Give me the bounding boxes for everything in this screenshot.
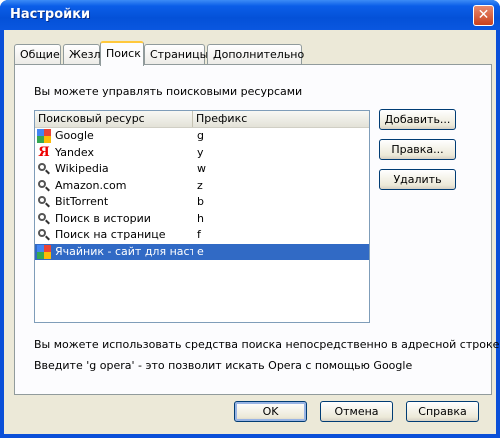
resource-cell: Ячайник - сайт для насто... [35,244,193,261]
prefix-cell: h [197,211,204,225]
address-bar-hint: Вы можете использовать средства поиска н… [34,338,500,351]
resource-name: BitTorrent [55,195,109,209]
list-item[interactable]: Поиск в истории h [35,211,369,228]
prefix-cell: g [197,129,204,142]
resource-cell: Поиск в истории [35,211,193,228]
prefix-cell: e [197,244,204,258]
tab-label: Страницы [150,48,209,61]
prefix-cell: w [197,162,206,175]
usage-example: Введите 'g opera' - это позволит искать … [34,359,413,372]
edit-button[interactable]: Правка... [379,139,456,160]
resource-cell: Поиск на странице [35,227,193,244]
list-item[interactable]: Я Yandex y [35,145,369,162]
prefix-cell: f [197,228,201,241]
tab-label: Общие [20,48,60,61]
column-header-resource[interactable]: Поисковый ресурс [35,111,193,127]
tab-label: Поиск [106,47,141,60]
list-item[interactable]: BitTorrent b [35,194,369,211]
prefix-cell: z [197,178,203,192]
resource-name: Google [55,129,94,143]
add-button[interactable]: Добавить... [379,109,456,130]
delete-button[interactable]: Удалить [379,169,456,190]
magnifier-icon [37,228,51,242]
resource-cell: Amazon.com [35,178,193,195]
tab-general[interactable]: Общие [14,44,61,65]
resource-cell: Wikipedia [35,161,193,178]
magnifier-icon [37,195,51,209]
tab-label: Дополнительно [213,48,305,61]
list-item[interactable]: Google g [35,128,369,145]
google-icon [37,129,51,144]
list-item[interactable]: Amazon.com z [35,178,369,195]
tab-search[interactable]: Поиск [100,41,144,66]
tab-label: Жезл [69,48,101,61]
resource-cell: Я Yandex [35,145,193,162]
resource-name: Поиск на странице [55,228,166,242]
title-bar[interactable]: Настройки ✕ [0,0,500,30]
google-icon [37,244,51,259]
resource-cell: Google [35,128,193,145]
magnifier-icon [37,212,51,226]
tab-advanced[interactable]: Дополнительно [207,44,305,65]
magnifier-icon [37,162,51,176]
close-button[interactable]: ✕ [473,5,494,26]
resource-name: Ячайник - сайт для насто... [55,244,193,258]
prefix-cell: y [197,145,204,159]
yandex-icon: Я [38,144,50,160]
list-item[interactable]: Wikipedia w [35,161,369,178]
tab-pages[interactable]: Страницы [144,44,209,65]
search-intro-text: Вы можете управлять поисковыми ресурсами [34,85,303,98]
help-button[interactable]: Справка [406,401,479,422]
list-item-selected[interactable]: Ячайник - сайт для насто... e [35,243,369,261]
list-item[interactable]: Поиск на странице f [35,227,369,244]
search-engines-list[interactable]: Поисковый ресурс Префикс Google g Я Yandex y… [34,110,370,323]
tab-wand[interactable]: Жезл [63,44,101,65]
resource-name: Wikipedia [55,162,109,176]
settings-window: Настройки ✕ Общие Жезл Поиск Страницы До… [0,0,500,438]
cancel-button[interactable]: Отмена [320,401,393,422]
resource-name: Поиск в истории [55,211,151,225]
resource-name: Yandex [55,145,94,159]
list-rows: Google g Я Yandex y Wikipedia w Amazon.com z BitT… [35,128,369,260]
resource-cell: BitTorrent [35,194,193,211]
prefix-cell: b [197,195,204,208]
dialog-body: Общие Жезл Поиск Страницы Дополнительно … [4,30,500,434]
window-title: Настройки [10,7,91,22]
column-header-prefix[interactable]: Префикс [193,111,369,127]
list-header: Поисковый ресурс Префикс [35,111,369,128]
close-icon: ✕ [477,7,490,23]
ok-button[interactable]: OK [234,401,307,422]
resource-name: Amazon.com [55,178,127,192]
magnifier-icon [37,179,51,193]
